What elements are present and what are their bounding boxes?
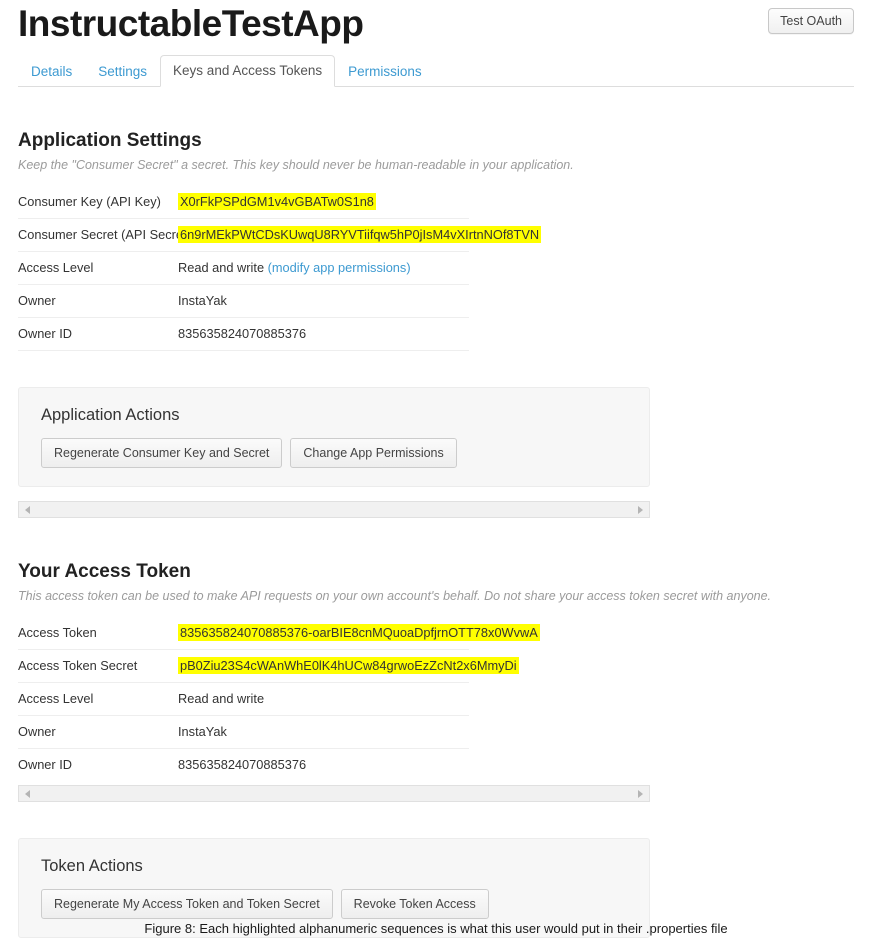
token-actions-title: Token Actions bbox=[41, 857, 143, 875]
tab-settings[interactable]: Settings bbox=[85, 56, 160, 87]
access-level-value: Read and write bbox=[178, 260, 268, 275]
row-label-token-owner: Owner bbox=[18, 724, 56, 739]
row-label-access-token-secret: Access Token Secret bbox=[18, 658, 138, 673]
modify-app-permissions-link[interactable]: (modify app permissions) bbox=[268, 260, 411, 275]
access-token-table: Access Token 835635824070885376-oarBIE8c… bbox=[18, 617, 540, 782]
page-title: InstructableTestApp bbox=[18, 3, 364, 44]
scroll-right-arrow-icon[interactable] bbox=[638, 505, 643, 514]
consumer-key-value: X0rFkPSPdGM1v4vGBATw0S1n8 bbox=[178, 193, 376, 210]
table-row: Access Token 835635824070885376-oarBIE8c… bbox=[18, 617, 540, 650]
row-label-access-token: Access Token bbox=[18, 625, 97, 640]
access-token-value: 835635824070885376-oarBIE8cnMQuoaDpfjrnO… bbox=[178, 624, 540, 641]
table-row: Owner ID 835635824070885376 bbox=[18, 749, 469, 782]
application-actions-panel: Application Actions Regenerate Consumer … bbox=[18, 387, 650, 487]
row-label-token-access-level: Access Level bbox=[18, 691, 94, 706]
table-row: Consumer Key (API Key) X0rFkPSPdGM1v4vGB… bbox=[18, 186, 469, 219]
table-row: Access Level Read and write bbox=[18, 683, 469, 716]
row-value-owner-id: 835635824070885376 bbox=[178, 326, 307, 341]
tab-permissions[interactable]: Permissions bbox=[335, 56, 435, 87]
row-label-owner: Owner bbox=[18, 293, 56, 308]
application-actions-buttons: Regenerate Consumer Key and Secret Chang… bbox=[41, 438, 627, 468]
application-settings-title: Application Settings bbox=[18, 130, 202, 151]
revoke-token-access-button[interactable]: Revoke Token Access bbox=[340, 889, 489, 919]
row-value-token-owner-id: 835635824070885376 bbox=[178, 757, 307, 772]
table-row: Owner InstaYak bbox=[18, 285, 469, 318]
application-settings-section: Application Settings Keep the "Consumer … bbox=[0, 123, 872, 351]
figure-caption: Figure 8: Each highlighted alphanumeric … bbox=[144, 921, 728, 936]
scroll-left-arrow-icon[interactable] bbox=[25, 505, 30, 514]
table-row: Owner ID 835635824070885376 bbox=[18, 318, 469, 351]
page-header: InstructableTestApp Test OAuth bbox=[0, 0, 872, 46]
regenerate-consumer-key-button[interactable]: Regenerate Consumer Key and Secret bbox=[41, 438, 283, 468]
application-settings-subtitle: Keep the "Consumer Secret" a secret. Thi… bbox=[18, 158, 574, 172]
change-app-permissions-button[interactable]: Change App Permissions bbox=[290, 438, 457, 468]
row-value-consumer-secret: 6n9rMEkPWtCDsKUwqU8RYVTiifqw5hP0jIsM4vXI… bbox=[178, 219, 542, 252]
tab-keys-and-access-tokens[interactable]: Keys and Access Tokens bbox=[160, 55, 336, 87]
row-label-consumer-key: Consumer Key (API Key) bbox=[18, 194, 161, 209]
application-actions-title: Application Actions bbox=[41, 406, 180, 424]
token-horizontal-scrollbar[interactable] bbox=[18, 785, 650, 802]
row-label-token-owner-id: Owner ID bbox=[18, 757, 73, 772]
access-token-title: Your Access Token bbox=[18, 561, 191, 582]
application-settings-table: Consumer Key (API Key) X0rFkPSPdGM1v4vGB… bbox=[18, 186, 542, 351]
scroll-right-arrow-icon[interactable] bbox=[638, 789, 643, 798]
tab-details[interactable]: Details bbox=[18, 56, 85, 87]
row-value-access-level: Read and write (modify app permissions) bbox=[178, 252, 469, 285]
row-value-access-token-secret: pB0Ziu23S4cWAnWhE0lK4hUCw84grwoEzZcNt2x6… bbox=[178, 650, 519, 683]
row-value-token-owner: InstaYak bbox=[178, 724, 227, 739]
table-row: Owner InstaYak bbox=[18, 716, 469, 749]
tab-bar: Details Settings Keys and Access Tokens … bbox=[18, 55, 854, 87]
row-label-access-level: Access Level bbox=[18, 260, 94, 275]
scroll-left-arrow-icon[interactable] bbox=[25, 789, 30, 798]
consumer-secret-value: 6n9rMEkPWtCDsKUwqU8RYVTiifqw5hP0jIsM4vXI… bbox=[178, 226, 542, 243]
row-value-consumer-key: X0rFkPSPdGM1v4vGBATw0S1n8 bbox=[178, 186, 469, 219]
access-token-section: Your Access Token This access token can … bbox=[0, 554, 872, 781]
application-horizontal-scrollbar[interactable] bbox=[18, 501, 650, 518]
access-token-secret-value: pB0Ziu23S4cWAnWhE0lK4hUCw84grwoEzZcNt2x6… bbox=[178, 657, 519, 674]
token-actions-buttons: Regenerate My Access Token and Token Sec… bbox=[41, 889, 627, 919]
row-value-token-access-level: Read and write bbox=[178, 691, 265, 706]
table-row: Access Level Read and write (modify app … bbox=[18, 252, 469, 285]
row-value-access-token: 835635824070885376-oarBIE8cnMQuoaDpfjrnO… bbox=[178, 617, 540, 650]
access-token-subtitle: This access token can be used to make AP… bbox=[18, 589, 772, 603]
row-label-consumer-secret: Consumer Secret (API Secret) bbox=[18, 227, 191, 242]
test-oauth-button[interactable]: Test OAuth bbox=[768, 8, 854, 34]
row-value-owner: InstaYak bbox=[178, 293, 227, 308]
row-label-owner-id: Owner ID bbox=[18, 326, 73, 341]
table-row: Consumer Secret (API Secret) 6n9rMEkPWtC… bbox=[18, 219, 542, 252]
regenerate-access-token-button[interactable]: Regenerate My Access Token and Token Sec… bbox=[41, 889, 333, 919]
table-row: Access Token Secret pB0Ziu23S4cWAnWhE0lK… bbox=[18, 650, 519, 683]
